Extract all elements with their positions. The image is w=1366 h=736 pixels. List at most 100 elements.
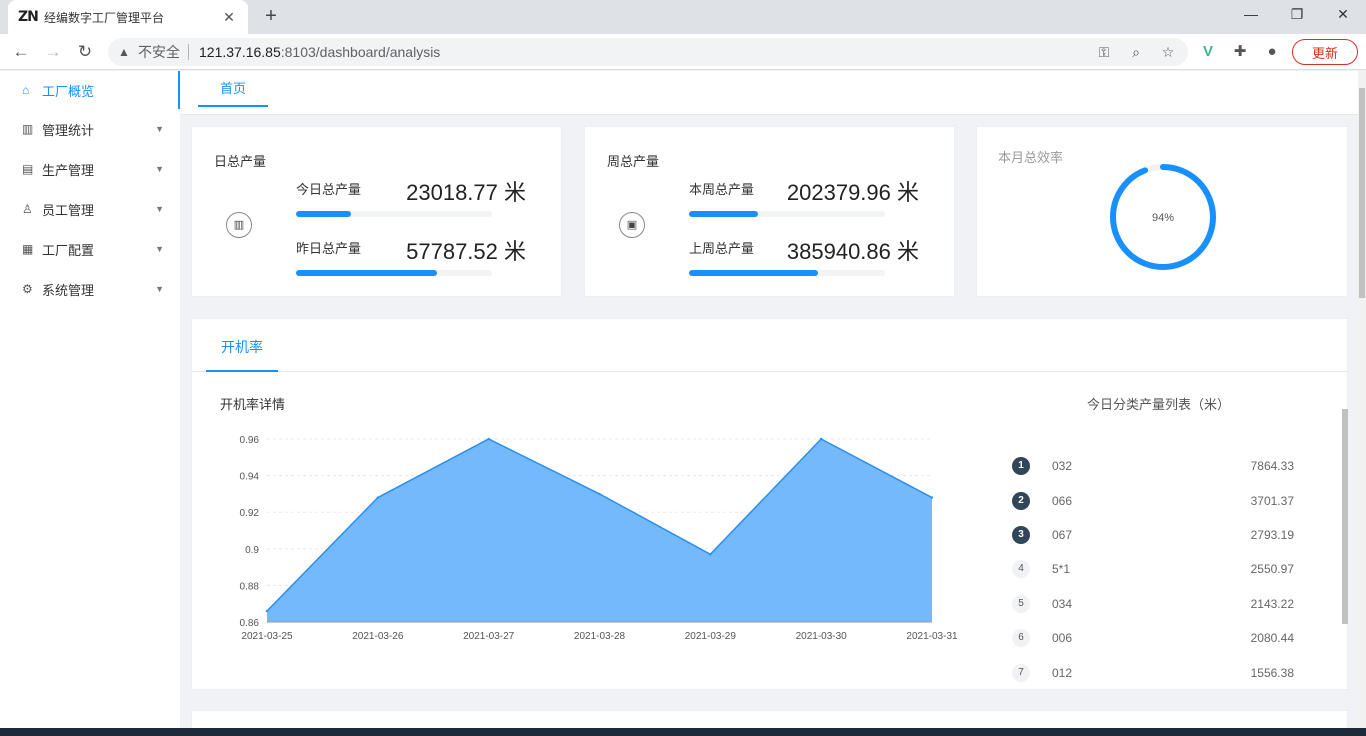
last-week-progress-fill <box>689 270 819 276</box>
rank-name: 032 <box>1052 459 1073 474</box>
x-tick-label: 2021-03-25 <box>241 631 293 642</box>
x-tick-label: 2021-03-31 <box>906 631 958 642</box>
url-host: 121.37.16.85 <box>199 44 281 60</box>
config-icon: ▦ <box>22 242 34 256</box>
list-item: 7 012 1556.38 <box>1012 655 1294 689</box>
yesterday-output-value: 57787.52 米 <box>406 239 526 264</box>
efficiency-ring: 94% <box>1110 164 1216 270</box>
sidebar-item-label: 生产管理 <box>42 162 95 178</box>
rank-value: 2550.97 <box>1250 562 1294 577</box>
bar-chart-icon: ▥ <box>22 122 34 136</box>
efficiency-value: 94% <box>1152 212 1174 224</box>
x-tick-label: 2021-03-30 <box>796 631 848 642</box>
rank-badge: 7 <box>1012 663 1030 682</box>
new-tab-button[interactable]: + <box>258 4 284 30</box>
window-close-icon[interactable]: ✕ <box>1320 0 1366 30</box>
bar-chart-icon: ▥ <box>226 212 252 238</box>
list-item: 3 067 2793.19 <box>1012 518 1294 552</box>
sidebar-item-label: 管理统计 <box>42 122 95 138</box>
sidebar-item-production[interactable]: ▤ 生产管理 ▼ <box>0 149 180 189</box>
data-point <box>376 496 380 499</box>
uptime-area-chart: 0.86 0.88 0.9 0.92 0.94 0.96 2021-03-25 2021-03… <box>240 435 958 642</box>
data-point <box>709 553 712 556</box>
user-icon: ♙ <box>22 202 33 216</box>
close-tab-icon[interactable]: ✕ <box>220 9 238 26</box>
list-item: 4 5*1 2550.97 <box>1012 552 1294 586</box>
back-icon[interactable]: ← <box>8 39 34 65</box>
reload-icon[interactable]: ↻ <box>72 39 98 65</box>
y-tick-label: 0.94 <box>240 472 260 483</box>
chevron-down-icon: ▼ <box>155 204 164 214</box>
sidebar-item-label: 工厂配置 <box>42 242 95 258</box>
rank-badge: 6 <box>1012 629 1030 648</box>
vue-devtools-icon[interactable]: V <box>1198 42 1218 62</box>
rank-list-scrollbar[interactable] <box>1342 409 1348 624</box>
restore-icon[interactable]: ❐ <box>1274 0 1320 30</box>
sidebar-item-system[interactable]: ⚙ 系统管理 ▼ <box>0 269 180 309</box>
today-output-value: 23018.77 米 <box>406 180 526 205</box>
profile-icon[interactable]: ● <box>1262 42 1282 62</box>
star-icon[interactable]: ☆ <box>1158 42 1178 62</box>
rank-value: 2793.19 <box>1250 527 1294 542</box>
last-week-value: 385940.86 米 <box>786 239 919 264</box>
extensions-icon[interactable]: ✚ <box>1230 42 1250 62</box>
uptime-card: 开机率 开机率详情 0.86 0.88 0.9 0.92 0.94 0.96 2021-03… <box>191 318 1349 690</box>
update-button[interactable]: 更新 <box>1292 39 1358 65</box>
chevron-down-icon: ▼ <box>155 164 164 174</box>
key-icon[interactable]: ⚿ <box>1094 42 1114 62</box>
rank-list-title: 今日分类产量列表（米） <box>1087 397 1231 412</box>
sidebar-item-factory-config[interactable]: ▦ 工厂配置 ▼ <box>0 229 180 269</box>
data-point <box>487 437 490 441</box>
forward-icon[interactable]: → <box>40 39 66 65</box>
list-item: 2 066 3701.37 <box>1012 483 1294 517</box>
tab-home[interactable]: 首页 <box>198 71 268 107</box>
list-item: 5 034 2143.22 <box>1012 587 1294 621</box>
minimize-icon[interactable]: — <box>1228 0 1274 30</box>
rank-badge: 1 <box>1012 457 1030 476</box>
y-tick-label: 0.9 <box>245 545 259 556</box>
page-scrollbar-thumb[interactable] <box>1359 88 1365 298</box>
chevron-down-icon: ▼ <box>155 124 164 134</box>
today-progress <box>296 211 492 217</box>
rank-value: 7864.33 <box>1250 459 1294 474</box>
card-title: 本月总效率 <box>998 150 1064 165</box>
address-bar[interactable]: ▲ 不安全 121.37.16.85 :8103/dashboard/analy… <box>108 38 1188 66</box>
y-tick-label: 0.96 <box>240 435 260 446</box>
rank-name: 034 <box>1052 596 1073 611</box>
chart-title: 开机率详情 <box>220 397 286 412</box>
tab-title: 经编数字工厂管理平台 <box>44 10 165 25</box>
x-tick-label: 2021-03-26 <box>352 631 404 642</box>
warning-icon: ▲ <box>118 45 130 59</box>
x-tick-label: 2021-03-28 <box>574 631 626 642</box>
zoom-icon[interactable]: ⌕ <box>1126 42 1146 62</box>
sidebar-item-employees[interactable]: ♙ 员工管理 ▼ <box>0 189 180 229</box>
content-tab-bar: 首页 <box>180 71 1358 115</box>
x-tick-label: 2021-03-27 <box>463 631 515 642</box>
omnibox-divider <box>188 44 189 60</box>
tab-uptime[interactable]: 开机率 <box>206 319 278 372</box>
sidebar-item-management-stats[interactable]: ▥ 管理统计 ▼ <box>0 109 180 149</box>
this-week-value: 202379.96 米 <box>786 180 919 205</box>
chevron-down-icon: ▼ <box>155 244 164 254</box>
home-icon: ⌂ <box>22 83 30 97</box>
update-label: 更新 <box>1311 45 1338 61</box>
rank-value: 3701.37 <box>1250 493 1294 508</box>
sidebar-item-overview[interactable]: ⌂ 工厂概览 <box>0 71 180 109</box>
browser-tab-bar: ZN 经编数字工厂管理平台 ✕ + — ❐ ✕ <box>0 0 1366 34</box>
efficiency-card: 本月总效率 94% <box>976 126 1348 297</box>
sidebar-item-label: 工厂概览 <box>42 83 95 99</box>
chart-tab-bar: 开机率 <box>192 319 1349 372</box>
rank-badge: 4 <box>1012 560 1030 579</box>
insecure-label[interactable]: 不安全 <box>138 42 180 62</box>
os-taskbar <box>0 728 1366 736</box>
weekly-output-card: 周总产量 ▣ 本周总产量 202379.96 米 上周总产量 385940.86… <box>584 126 955 297</box>
gear-icon: ⚙ <box>22 282 33 296</box>
clipboard-icon: ▣ <box>619 212 645 238</box>
browser-tab[interactable]: ZN 经编数字工厂管理平台 ✕ <box>8 0 248 34</box>
rank-value: 1556.38 <box>1250 665 1294 680</box>
y-tick-label: 0.92 <box>240 508 260 519</box>
sidebar: ⌂ 工厂概览 ▥ 管理统计 ▼ ▤ 生产管理 ▼ ♙ 员工管理 ▼ ▦ 工厂配置… <box>0 71 180 736</box>
card-title: 日总产量 <box>214 154 267 169</box>
url-path: :8103/dashboard/analysis <box>280 44 441 60</box>
x-tick-label: 2021-03-29 <box>685 631 737 642</box>
